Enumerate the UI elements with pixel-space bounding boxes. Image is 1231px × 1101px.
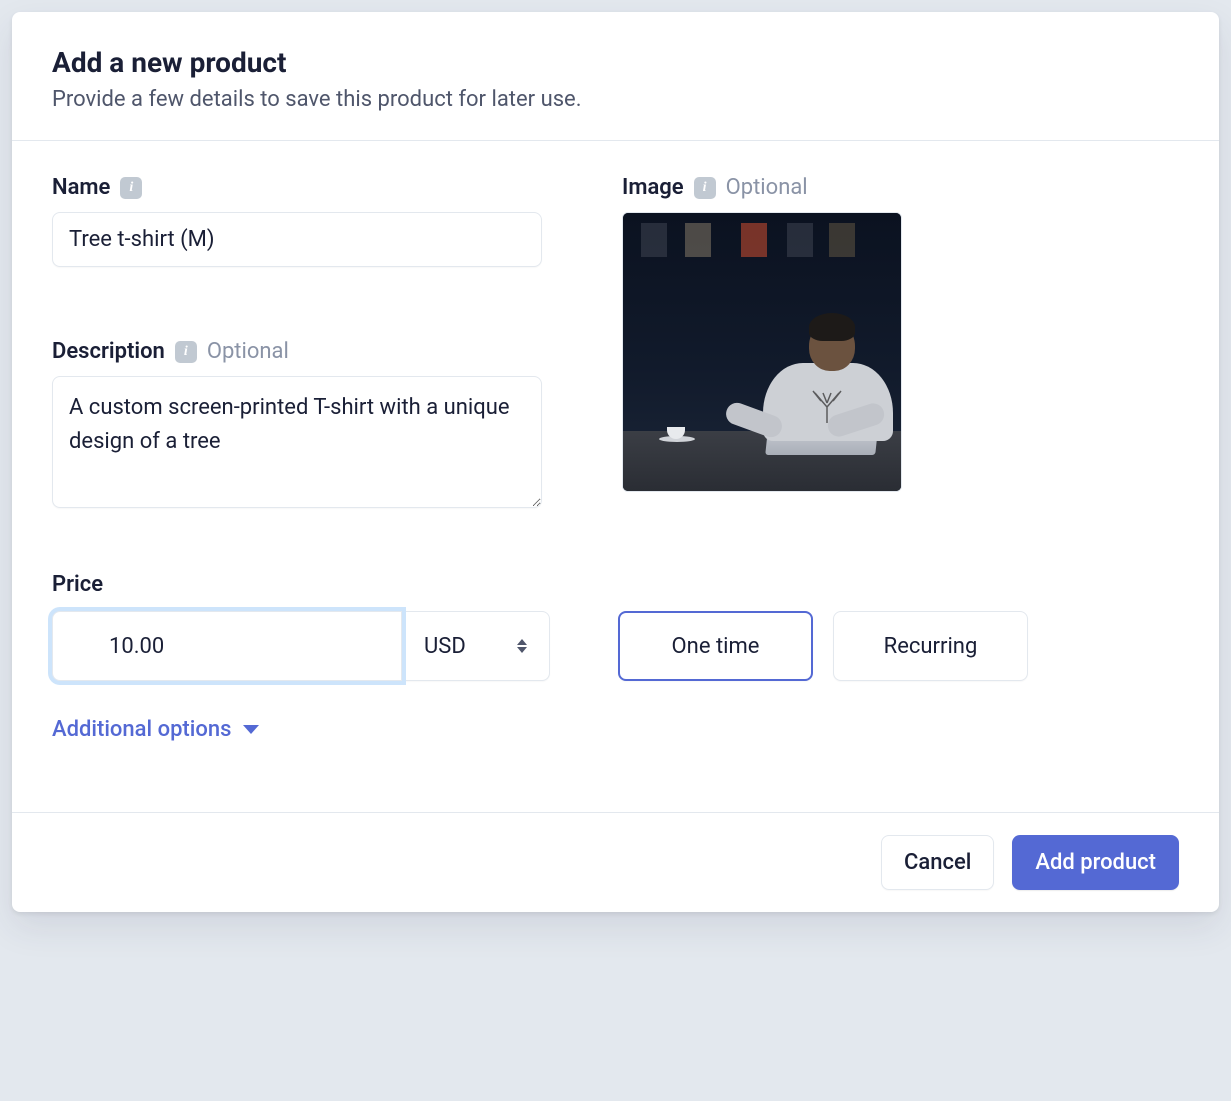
select-chevrons-icon: [517, 639, 527, 653]
cancel-button[interactable]: Cancel: [881, 835, 994, 890]
description-input[interactable]: [52, 376, 542, 508]
price-label: Price: [52, 572, 103, 597]
modal-header: Add a new product Provide a few details …: [12, 12, 1219, 141]
image-field-group: Image i Optional: [622, 175, 1179, 512]
product-image: [623, 213, 901, 491]
info-icon[interactable]: i: [175, 341, 197, 363]
modal-title: Add a new product: [52, 46, 1179, 79]
add-product-modal: Add a new product Provide a few details …: [12, 12, 1219, 912]
chevron-down-icon: [243, 725, 259, 734]
billing-one-time-button[interactable]: One time: [618, 611, 813, 681]
additional-options-toggle[interactable]: Additional options: [52, 717, 259, 742]
additional-options-label: Additional options: [52, 717, 231, 742]
add-product-button[interactable]: Add product: [1012, 835, 1179, 890]
billing-recurring-button[interactable]: Recurring: [833, 611, 1028, 681]
modal-subtitle: Provide a few details to save this produ…: [52, 87, 1179, 112]
description-label: Description: [52, 339, 165, 364]
modal-body: Name i Description i Optional Imag: [12, 141, 1219, 812]
name-label: Name: [52, 175, 110, 200]
price-field-group: Price $ USD: [52, 572, 1179, 681]
modal-footer: Cancel Add product: [12, 812, 1219, 912]
price-input[interactable]: [52, 611, 402, 681]
name-field-group: Name i: [52, 175, 542, 267]
currency-select[interactable]: USD: [402, 611, 550, 681]
name-input[interactable]: [52, 212, 542, 267]
currency-value: USD: [424, 634, 466, 659]
billing-toggle: One time Recurring: [618, 611, 1028, 681]
image-label: Image: [622, 175, 684, 200]
optional-badge: Optional: [207, 339, 289, 364]
optional-badge: Optional: [726, 175, 808, 200]
info-icon[interactable]: i: [120, 177, 142, 199]
info-icon[interactable]: i: [694, 177, 716, 199]
image-preview[interactable]: [622, 212, 902, 492]
description-field-group: Description i Optional: [52, 339, 542, 512]
